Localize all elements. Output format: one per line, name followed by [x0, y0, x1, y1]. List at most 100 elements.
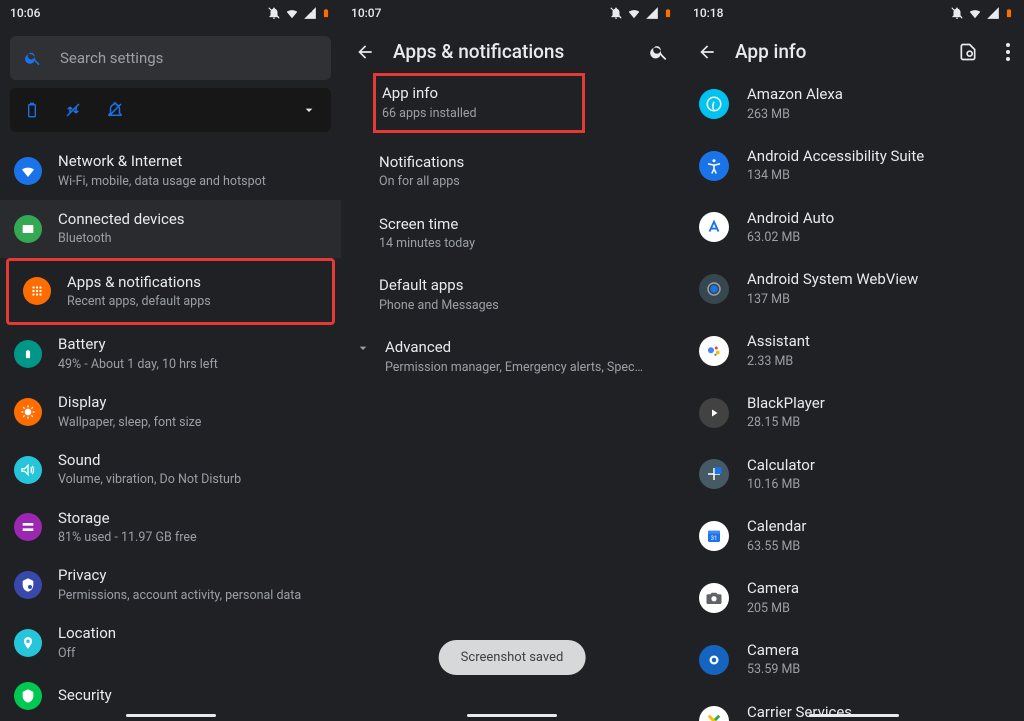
wifi-icon	[968, 6, 982, 20]
app-row[interactable]: Android Auto63.02 MB	[683, 197, 1024, 259]
chevron-down-icon[interactable]	[301, 102, 317, 118]
menu-item-screen-time[interactable]: Screen time 14 minutes today	[341, 203, 683, 265]
app-list: Amazon Alexa263 MBAndroid Accessibility …	[683, 73, 1024, 721]
app-row[interactable]: Android Accessibility Suite134 MB	[683, 135, 1024, 197]
quick-settings-row[interactable]	[10, 88, 331, 132]
assistant-icon	[699, 336, 729, 366]
app-size: 205 MB	[747, 601, 799, 617]
item-subtitle: Phone and Messages	[379, 298, 665, 314]
more-icon[interactable]	[1006, 43, 1010, 61]
filter-icon[interactable]	[958, 42, 978, 62]
battery-icon	[663, 6, 673, 20]
item-subtitle: On for all apps	[379, 174, 665, 190]
signal-icon: x	[303, 6, 317, 20]
app-title: Camera	[747, 579, 799, 599]
app-size: 63.02 MB	[747, 230, 834, 246]
menu-item-notifications[interactable]: Notifications On for all apps	[341, 141, 683, 203]
dnd-icon	[950, 6, 964, 20]
chevron-down-icon	[355, 340, 371, 356]
back-icon[interactable]	[355, 42, 375, 62]
settings-screen: 10:06 x Search settings Networ	[0, 0, 341, 721]
sound-icon	[14, 456, 42, 484]
item-subtitle: Volume, vibration, Do Not Disturb	[58, 472, 241, 488]
nav-indicator	[467, 714, 557, 717]
app-row[interactable]: Assistant2.33 MB	[683, 320, 1024, 382]
app-size: 137 MB	[747, 292, 918, 308]
camera-icon	[699, 583, 729, 613]
item-title: Apps & notifications	[67, 273, 211, 293]
location-icon	[14, 629, 42, 657]
search-icon[interactable]	[649, 42, 669, 62]
settings-item-location[interactable]: Location Off	[0, 614, 341, 672]
menu-item-default-apps[interactable]: Default apps Phone and Messages	[341, 264, 683, 326]
item-title: Network & Internet	[58, 152, 266, 172]
search-placeholder: Search settings	[60, 49, 163, 67]
settings-item-storage[interactable]: Storage 81% used - 11.97 GB free	[0, 499, 341, 557]
item-subtitle: Recent apps, default apps	[67, 294, 211, 310]
dnd-icon	[609, 6, 623, 20]
search-icon	[24, 49, 42, 67]
menu-item-app-info[interactable]: App info 66 apps installed	[382, 84, 576, 122]
settings-item-privacy[interactable]: Privacy Permissions, account activity, p…	[0, 556, 341, 614]
item-title: Notifications	[379, 153, 665, 173]
svg-text:x: x	[310, 8, 313, 14]
settings-item-connected-devices[interactable]: Connected devices Bluetooth	[0, 200, 341, 258]
header-title: Apps & notifications	[393, 40, 564, 63]
item-subtitle: Wi-Fi, mobile, data usage and hotspot	[58, 174, 266, 190]
status-bar: 10:06 x	[0, 0, 341, 26]
back-icon[interactable]	[697, 42, 717, 62]
header-title: App info	[735, 40, 806, 63]
item-subtitle: 49% - About 1 day, 10 hrs left	[58, 357, 218, 373]
settings-item-network[interactable]: Network & Internet Wi-Fi, mobile, data u…	[0, 142, 341, 200]
app-title: Camera	[747, 641, 800, 661]
data-off-icon	[64, 101, 82, 119]
app-size: 53.59 MB	[747, 662, 800, 678]
devices-icon	[14, 215, 42, 243]
wifi-icon	[627, 6, 641, 20]
item-subtitle: Permissions, account activity, personal …	[58, 588, 301, 604]
a11y-icon	[699, 151, 729, 181]
item-title: Location	[58, 624, 116, 644]
settings-item-display[interactable]: Display Wallpaper, sleep, font size	[0, 383, 341, 441]
app-title: Calculator	[747, 456, 815, 476]
app-row[interactable]: Camera 205 MB	[683, 567, 1024, 629]
app-row[interactable]: Calculator10.16 MB	[683, 444, 1024, 506]
privacy-icon	[14, 571, 42, 599]
app-size: 28.15 MB	[747, 415, 825, 431]
status-bar: 10:18	[683, 0, 1024, 26]
status-icons: x	[267, 6, 331, 20]
app-row[interactable]: Android System WebView137 MB	[683, 258, 1024, 320]
wifi-icon	[285, 6, 299, 20]
status-icons	[950, 6, 1014, 20]
toast-screenshot-saved: Screenshot saved	[439, 640, 586, 675]
settings-item-battery[interactable]: Battery 49% - About 1 day, 10 hrs left	[0, 325, 341, 383]
app-size: 63.55 MB	[747, 539, 807, 555]
settings-item-apps-notifications[interactable]: Apps & notifications Recent apps, defaul…	[17, 269, 324, 315]
item-subtitle: Off	[58, 646, 116, 662]
app-size: 2.33 MB	[747, 354, 810, 370]
battery-qs-icon	[24, 101, 40, 119]
app-row[interactable]: BlackPlayer28.15 MB	[683, 382, 1024, 444]
header: Apps & notifications	[341, 26, 683, 73]
app-row[interactable]: Camera53.59 MB	[683, 629, 1024, 691]
search-settings[interactable]: Search settings	[10, 36, 331, 80]
calendar-icon: 31	[699, 521, 729, 551]
alexa-icon	[699, 89, 729, 119]
auto-icon	[699, 212, 729, 242]
app-size: 10.16 MB	[747, 477, 815, 493]
app-row[interactable]: 31Calendar63.55 MB	[683, 505, 1024, 567]
item-title: Sound	[58, 451, 241, 471]
item-title: Default apps	[379, 276, 665, 296]
menu-item-advanced[interactable]: Advanced Permission manager, Emergency a…	[341, 326, 683, 388]
settings-item-sound[interactable]: Sound Volume, vibration, Do Not Disturb	[0, 441, 341, 499]
apps-icon	[23, 277, 51, 305]
app-size: 263 MB	[747, 107, 843, 123]
security-icon	[14, 682, 42, 710]
nav-indicator	[809, 714, 899, 717]
settings-item-security[interactable]: Security	[0, 672, 341, 720]
battery-icon	[14, 340, 42, 368]
app-row[interactable]: Amazon Alexa263 MB	[683, 73, 1024, 135]
item-title: Storage	[58, 509, 197, 529]
header: App info	[683, 26, 1024, 73]
item-title: Screen time	[379, 215, 665, 235]
